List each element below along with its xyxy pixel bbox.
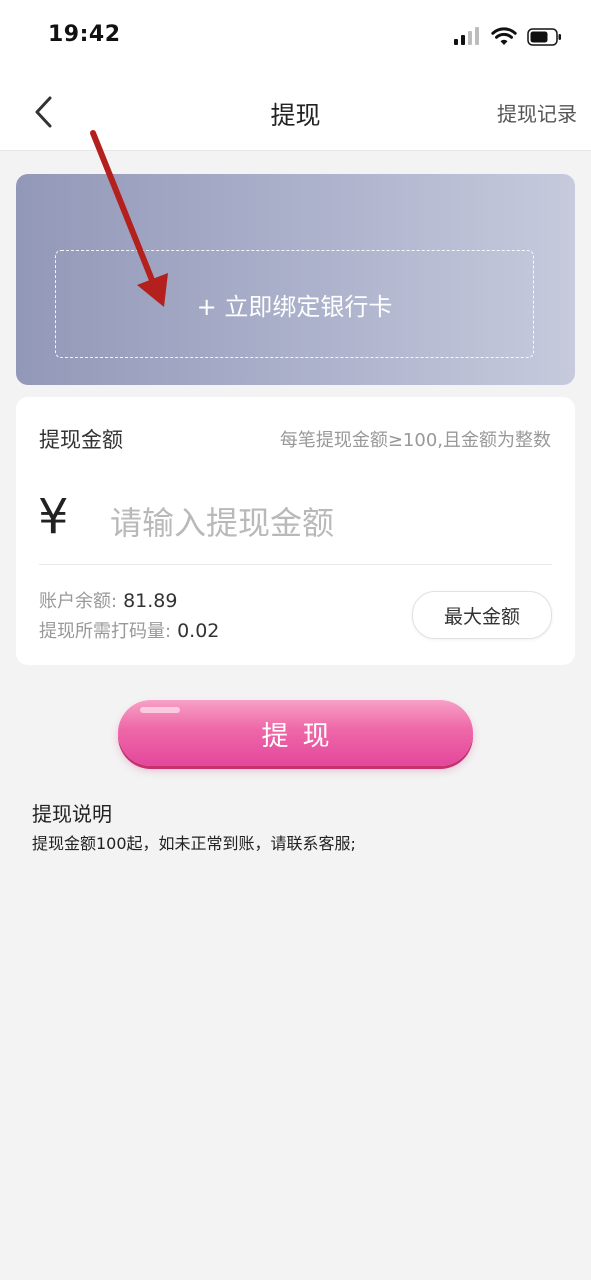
turnover-label: 提现所需打码量: (39, 621, 172, 642)
bind-bank-card-label: + 立即绑定银行卡 (196, 292, 393, 321)
currency-symbol: ¥ (38, 489, 69, 545)
amount-input[interactable] (108, 495, 542, 551)
divider (39, 564, 552, 565)
bank-card-banner: + 立即绑定银行卡 (16, 174, 575, 385)
withdraw-submit-button[interactable]: 提现 (118, 700, 473, 766)
button-shine (140, 707, 180, 713)
status-icons (453, 27, 563, 47)
nav-bar: 提现 提现记录 (0, 76, 591, 151)
withdraw-record-link[interactable]: 提现记录 (497, 98, 577, 127)
status-time: 19:42 (48, 22, 121, 47)
turnover-value: 0.02 (177, 620, 220, 642)
battery-icon (527, 28, 561, 46)
amount-label: 提现金额 (39, 428, 123, 452)
wifi-icon (491, 27, 517, 45)
withdraw-notes-text: 提现金额100起，如未正常到账，请联系客服; (32, 834, 356, 853)
amount-hint: 每笔提现金额≥100,且金额为整数 (279, 430, 551, 451)
account-balance-value: 81.89 (123, 590, 178, 612)
withdraw-notes-title: 提现说明 (32, 802, 112, 826)
cellular-signal-icon (454, 27, 479, 45)
max-amount-button[interactable]: 最大金额 (412, 591, 552, 639)
status-bar: 19:42 (0, 0, 591, 76)
account-balance: 账户余额: 81.89 (39, 587, 177, 613)
account-balance-label: 账户余额: (39, 591, 118, 612)
bind-bank-card-button[interactable]: + 立即绑定银行卡 (55, 250, 534, 358)
withdraw-amount-panel: 提现金额 每笔提现金额≥100,且金额为整数 ¥ 账户余额:81.89 提现所需… (16, 397, 575, 665)
withdraw-submit-label: 提现 (261, 720, 344, 752)
turnover-requirement: 提现所需打码量: 0.02 (39, 617, 219, 643)
